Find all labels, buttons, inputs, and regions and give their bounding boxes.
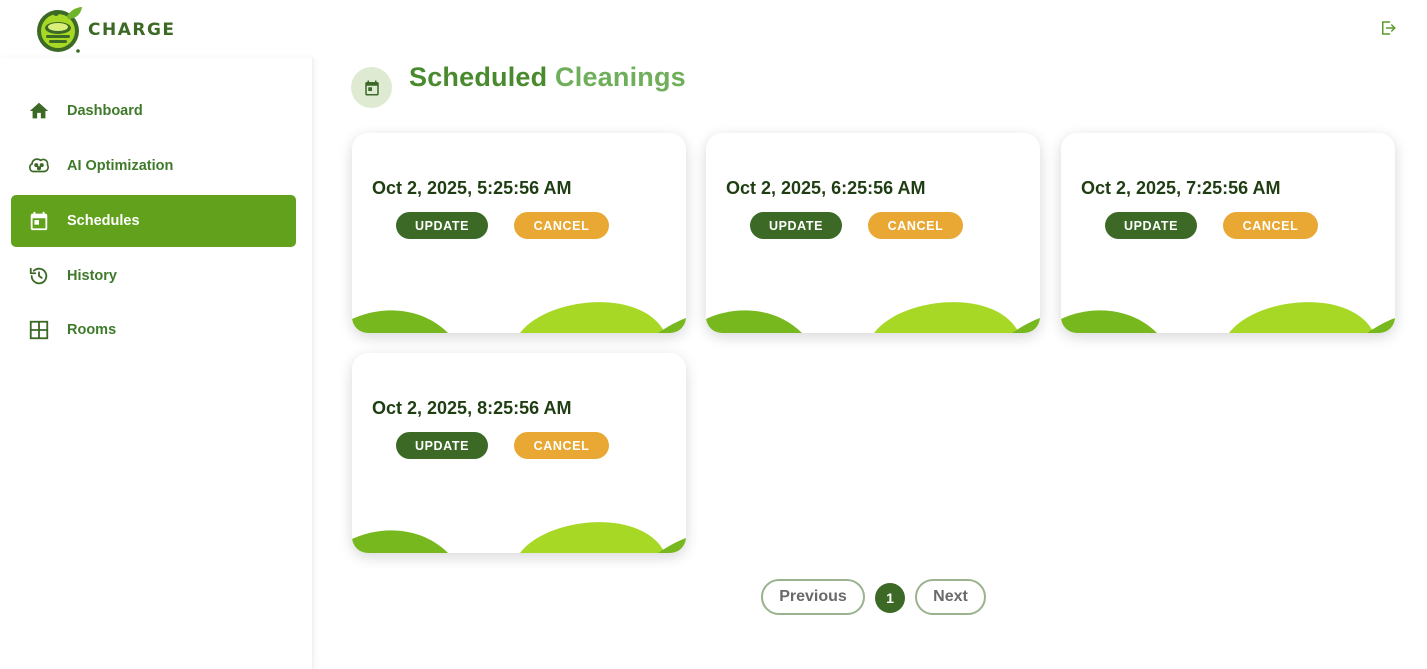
card-wave-decoration [352, 522, 686, 553]
schedule-card: Oct 2, 2025, 6:25:56 AM UPDATE CANCEL [706, 133, 1040, 333]
schedule-date: Oct 2, 2025, 7:25:56 AM [1081, 178, 1281, 198]
sidebar-item-dashboard[interactable]: Dashboard [11, 85, 296, 137]
sidebar-item-rooms[interactable]: Rooms [11, 304, 296, 356]
home-icon [29, 102, 49, 119]
schedule-date: Oct 2, 2025, 8:25:56 AM [372, 398, 572, 418]
page-title-part1: Scheduled [409, 62, 548, 92]
title-icon-badge [351, 67, 392, 108]
sidebar-item-label: AI Optimization [67, 158, 174, 174]
history-icon [29, 267, 48, 285]
update-button[interactable]: UPDATE [1105, 212, 1197, 239]
sidebar-item-schedules[interactable]: Schedules [11, 195, 296, 247]
schedule-card: Oct 2, 2025, 8:25:56 AM UPDATE CANCEL [352, 353, 686, 553]
cancel-button[interactable]: CANCEL [514, 212, 609, 239]
schedule-card: Oct 2, 2025, 5:25:56 AM UPDATE CANCEL [352, 133, 686, 333]
sidebar-item-ai-optimization[interactable]: AI Optimization [11, 140, 296, 192]
sidebar-item-label: Schedules [67, 213, 140, 229]
previous-page-button[interactable]: Previous [761, 579, 865, 615]
calendar-icon [30, 211, 48, 231]
calendar-icon [364, 80, 379, 95]
grid-icon [29, 320, 49, 340]
current-page-number[interactable]: 1 [875, 583, 905, 613]
sidebar-item-label: Rooms [67, 322, 117, 338]
card-wave-decoration [352, 302, 686, 333]
page-title: Scheduled Cleanings [409, 62, 686, 93]
schedule-date: Oct 2, 2025, 6:25:56 AM [726, 178, 926, 198]
schedule-date: Oct 2, 2025, 5:25:56 AM [372, 178, 572, 198]
logo: CHARGE [34, 4, 184, 56]
brand-name: CHARGE [88, 20, 176, 40]
logo-mark-icon [37, 7, 82, 53]
update-button[interactable]: UPDATE [396, 212, 488, 239]
sidebar-item-history[interactable]: History [11, 250, 296, 302]
brain-icon [29, 158, 49, 173]
cancel-button[interactable]: CANCEL [1223, 212, 1318, 239]
cancel-button[interactable]: CANCEL [868, 212, 963, 239]
sidebar-item-label: Dashboard [67, 103, 143, 119]
cancel-button[interactable]: CANCEL [514, 432, 609, 459]
schedule-card: Oct 2, 2025, 7:25:56 AM UPDATE CANCEL [1061, 133, 1395, 333]
sidebar-item-label: History [67, 268, 117, 284]
card-wave-decoration [706, 302, 1040, 333]
update-button[interactable]: UPDATE [750, 212, 842, 239]
logout-icon[interactable] [1379, 19, 1397, 37]
update-button[interactable]: UPDATE [396, 432, 488, 459]
sidebar: Dashboard AI Optimization Schedules Hist… [0, 58, 313, 669]
page-title-part2: Cleanings [555, 62, 686, 92]
card-wave-decoration [1061, 302, 1395, 333]
next-page-button[interactable]: Next [915, 579, 986, 615]
